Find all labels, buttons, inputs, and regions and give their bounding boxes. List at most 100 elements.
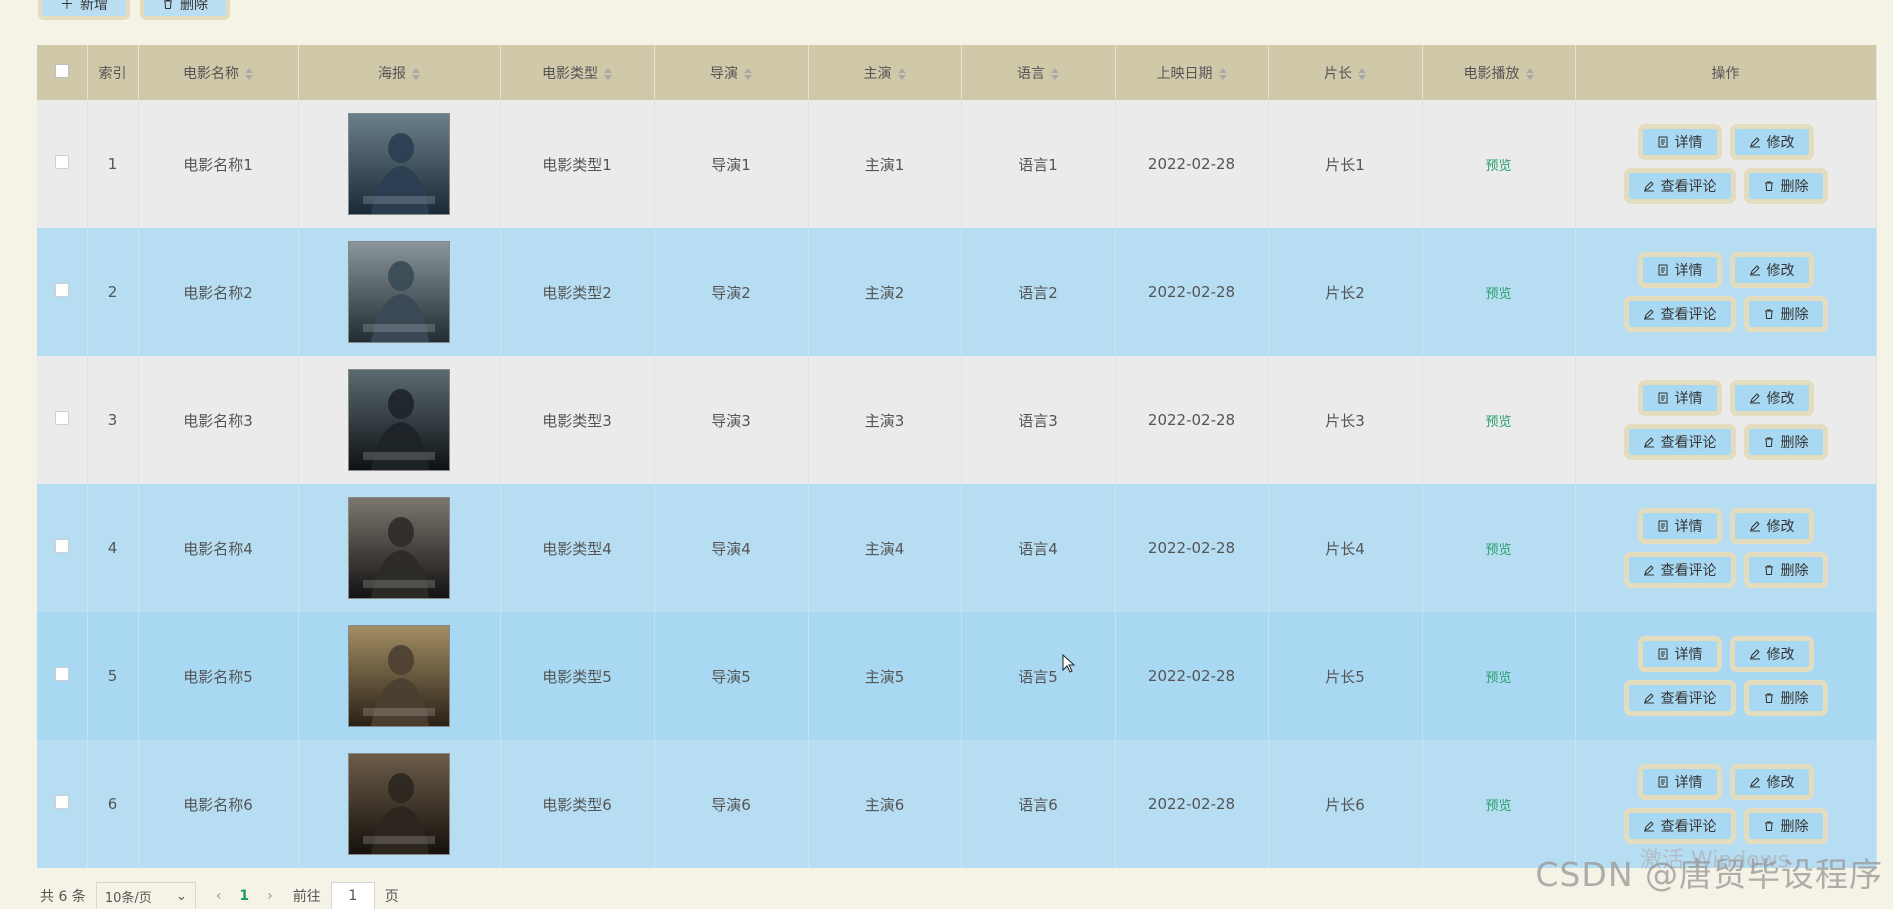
director-cell: 导演5 bbox=[654, 612, 809, 740]
header-language[interactable]: 语言 bbox=[961, 45, 1116, 100]
current-page[interactable]: 1 bbox=[239, 888, 249, 904]
header-cast[interactable]: 主演 bbox=[808, 45, 962, 100]
next-page-icon[interactable]: › bbox=[267, 888, 273, 904]
header-name[interactable]: 电影名称 bbox=[138, 45, 299, 100]
sort-icon[interactable] bbox=[412, 67, 420, 80]
delete-button[interactable]: 删除 bbox=[1743, 552, 1828, 588]
detail-button[interactable]: 详情 bbox=[1637, 764, 1722, 800]
date-cell: 2022-02-28 bbox=[1115, 612, 1269, 740]
header-type[interactable]: 电影类型 bbox=[500, 45, 655, 100]
detail-button[interactable]: 详情 bbox=[1637, 508, 1722, 544]
sort-icon[interactable] bbox=[897, 67, 906, 80]
delete-label: 删除 bbox=[1780, 307, 1809, 323]
cast-cell: 主演3 bbox=[808, 356, 962, 484]
preview-link[interactable]: 预览 bbox=[1485, 287, 1511, 302]
add-button[interactable]: ＋ 新增 bbox=[38, 0, 130, 20]
sort-icon[interactable] bbox=[1051, 67, 1059, 80]
preview-link[interactable]: 预览 bbox=[1485, 543, 1511, 558]
header-date[interactable]: 上映日期 bbox=[1115, 45, 1269, 100]
edit-button[interactable]: 修改 bbox=[1729, 636, 1814, 672]
cast-cell: 主演1 bbox=[808, 100, 962, 228]
sort-icon[interactable] bbox=[245, 67, 253, 80]
header-play[interactable]: 电影播放 bbox=[1422, 45, 1576, 100]
delete-button[interactable]: 删除 bbox=[1743, 680, 1828, 716]
sort-icon[interactable] bbox=[1525, 67, 1534, 80]
select-all-cell bbox=[37, 45, 88, 100]
plus-icon: ＋ bbox=[60, 0, 74, 13]
document-icon bbox=[1658, 776, 1667, 788]
page-size-value: 10条/页 bbox=[104, 890, 152, 906]
row-checkbox[interactable] bbox=[54, 283, 69, 297]
edit-button[interactable]: 修改 bbox=[1729, 124, 1814, 160]
preview-link[interactable]: 预览 bbox=[1485, 159, 1511, 174]
view-comments-button[interactable]: 查看评论 bbox=[1623, 680, 1736, 716]
header-poster[interactable]: 海报 bbox=[298, 45, 501, 100]
preview-link[interactable]: 预览 bbox=[1485, 671, 1511, 686]
row-checkbox[interactable] bbox=[54, 411, 69, 425]
trash-icon bbox=[1764, 309, 1773, 319]
table-row[interactable]: 4 电影名称4 电影类型4 导演4 主演4 语言4 2022-02-28 片长4 预览 详情 修改查… bbox=[37, 484, 1877, 612]
delete-button[interactable]: 删除 bbox=[1743, 168, 1828, 204]
row-select-cell bbox=[37, 100, 88, 228]
edit-button[interactable]: 修改 bbox=[1729, 508, 1814, 544]
table-row[interactable]: 2 电影名称2 电影类型2 导演2 主演2 语言2 2022-02-28 片长2 预览 详情 修改查… bbox=[37, 228, 1877, 356]
poster-cell bbox=[298, 612, 501, 740]
detail-button[interactable]: 详情 bbox=[1637, 252, 1722, 288]
header-length[interactable]: 片长 bbox=[1268, 45, 1423, 100]
name-cell: 电影名称5 bbox=[138, 612, 299, 740]
poster-cell bbox=[298, 484, 501, 612]
actions-cell: 详情 修改查看评论 删除 bbox=[1575, 612, 1877, 740]
delete-button[interactable]: 删除 bbox=[1743, 296, 1828, 332]
name-cell: 电影名称2 bbox=[138, 228, 299, 356]
delete-button[interactable]: 删除 bbox=[1743, 424, 1828, 460]
preview-link[interactable]: 预览 bbox=[1485, 799, 1511, 814]
row-checkbox[interactable] bbox=[54, 795, 69, 809]
edit-button[interactable]: 修改 bbox=[1729, 764, 1814, 800]
edit-label: 修改 bbox=[1766, 391, 1795, 407]
delete-button[interactable]: 删除 bbox=[1743, 808, 1828, 844]
edit-button[interactable]: 修改 bbox=[1729, 252, 1814, 288]
table-row[interactable]: 1 电影名称1 电影类型1 导演1 主演1 语言1 2022-02-28 片长1 预览 详情 修改查… bbox=[37, 100, 1877, 228]
sort-icon[interactable] bbox=[744, 67, 752, 80]
sort-icon[interactable] bbox=[1218, 67, 1227, 80]
view-comments-button[interactable]: 查看评论 bbox=[1623, 808, 1736, 844]
detail-button[interactable]: 详情 bbox=[1637, 380, 1722, 416]
name-cell: 电影名称1 bbox=[138, 100, 299, 228]
bulk-delete-button[interactable]: 删除 bbox=[140, 0, 230, 20]
poster-image bbox=[348, 753, 450, 855]
sort-icon[interactable] bbox=[604, 67, 612, 80]
trash-icon bbox=[1764, 565, 1773, 575]
select-all-checkbox[interactable] bbox=[54, 63, 69, 78]
table-row[interactable]: 3 电影名称3 电影类型3 导演3 主演3 语言3 2022-02-28 片长3 预览 详情 修改查… bbox=[37, 356, 1877, 484]
length-cell: 片长2 bbox=[1268, 228, 1423, 356]
edit-label: 修改 bbox=[1766, 647, 1795, 663]
header-name-label: 电影名称 bbox=[183, 65, 239, 82]
view-comments-button[interactable]: 查看评论 bbox=[1623, 296, 1736, 332]
index-cell: 3 bbox=[87, 356, 139, 484]
preview-link[interactable]: 预览 bbox=[1485, 415, 1511, 430]
view-comments-button[interactable]: 查看评论 bbox=[1623, 552, 1736, 588]
goto-page-input[interactable]: 1 bbox=[330, 882, 375, 909]
header-date-label: 上映日期 bbox=[1156, 65, 1213, 82]
table-row[interactable]: 5 电影名称5 电影类型5 导演5 主演5 语言5 2022-02-28 片长5 预览 详情 修改查… bbox=[37, 612, 1877, 740]
chevron-down-icon: ⌄ bbox=[175, 888, 187, 904]
sort-icon[interactable] bbox=[1358, 67, 1366, 80]
row-select-cell bbox=[37, 356, 88, 484]
view-comments-button[interactable]: 查看评论 bbox=[1623, 424, 1736, 460]
length-cell: 片长4 bbox=[1268, 484, 1423, 612]
table-header-row: 索引 电影名称 海报 电影类型 导演 主演 语言 上映日期 片长 电影播放 操作 bbox=[37, 45, 1877, 100]
view-comments-button[interactable]: 查看评论 bbox=[1623, 168, 1736, 204]
trash-icon bbox=[164, 0, 172, 9]
prev-page-icon[interactable]: ‹ bbox=[216, 888, 222, 904]
row-checkbox[interactable] bbox=[54, 539, 69, 553]
detail-button[interactable]: 详情 bbox=[1637, 124, 1722, 160]
page-size-select[interactable]: 10条/页 ⌄ bbox=[95, 882, 196, 909]
delete-label: 删除 bbox=[1780, 819, 1809, 835]
row-checkbox[interactable] bbox=[54, 155, 69, 169]
detail-button[interactable]: 详情 bbox=[1637, 636, 1722, 672]
edit-button[interactable]: 修改 bbox=[1729, 380, 1814, 416]
type-cell: 电影类型3 bbox=[500, 356, 655, 484]
header-director[interactable]: 导演 bbox=[654, 45, 809, 100]
row-checkbox[interactable] bbox=[54, 667, 69, 681]
header-length-label: 片长 bbox=[1324, 65, 1352, 82]
